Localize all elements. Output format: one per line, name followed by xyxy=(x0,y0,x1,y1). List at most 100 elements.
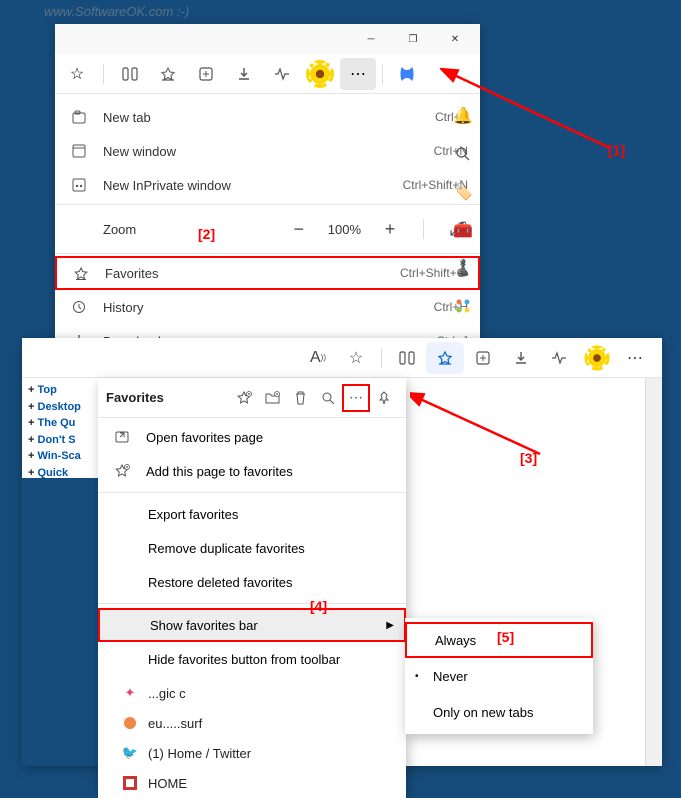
watermark: www.SoftwareOK.com :-) xyxy=(44,4,189,19)
divider xyxy=(98,492,406,493)
menu-label: New tab xyxy=(103,110,435,125)
menu-favorites[interactable]: Favorites Ctrl+Shift+O xyxy=(55,256,480,290)
menu-new-window[interactable]: New window Ctrl+N xyxy=(55,134,480,168)
menu-add-page[interactable]: Add this page to favorites xyxy=(98,454,406,488)
browser-window-2: A)) ☆ ⋯ + Top + Desktop + The Qu + Don't… xyxy=(22,338,662,766)
favorite-item[interactable]: 🐦(1) Home / Twitter xyxy=(98,738,406,768)
minimize-button[interactable]: ─ xyxy=(350,24,392,54)
bookmark-link[interactable]: + The Qu xyxy=(28,415,92,432)
collections-icon[interactable] xyxy=(188,58,224,90)
menu-label: Show favorites bar xyxy=(150,618,258,633)
menu-hide-favorites-button[interactable]: Hide favorites button from toolbar xyxy=(98,642,406,676)
notifications-icon[interactable]: 🔔 xyxy=(453,106,473,126)
open-page-icon xyxy=(110,430,134,444)
search-icon[interactable] xyxy=(453,144,473,164)
menu-label: Restore deleted favorites xyxy=(148,575,293,590)
add-folder-icon[interactable] xyxy=(258,384,286,412)
read-aloud-icon[interactable]: A)) xyxy=(299,342,337,374)
bookmark-link[interactable]: + Don't S xyxy=(28,432,92,449)
add-favorite-icon[interactable] xyxy=(230,384,258,412)
apps-icon[interactable] xyxy=(453,296,473,316)
toolbar-2: A)) ☆ ⋯ xyxy=(22,338,662,378)
menu-history[interactable]: History Ctrl+H xyxy=(55,290,480,324)
favorites-title: Favorites xyxy=(106,390,230,405)
zoom-label: Zoom xyxy=(103,222,136,237)
favorites-list: ✦...gic c eu.....surf 🐦(1) Home / Twitte… xyxy=(98,678,406,798)
menu-export-favorites[interactable]: Export favorites xyxy=(98,497,406,531)
callout-1: [1] xyxy=(608,142,625,158)
submenu-only-new-tabs[interactable]: Only on new tabs xyxy=(405,694,593,730)
divider xyxy=(55,253,480,254)
toolbar: ☆ ⋯ xyxy=(55,54,480,94)
split-screen-icon[interactable] xyxy=(112,58,148,90)
favorite-item[interactable]: ✦...gic c xyxy=(98,678,406,708)
menu-label: Open favorites page xyxy=(146,430,263,445)
extension-sunflower-icon[interactable] xyxy=(578,342,616,374)
bookmark-link[interactable]: + Win-Sca xyxy=(28,448,92,465)
menu-remove-duplicates[interactable]: Remove duplicate favorites xyxy=(98,531,406,565)
submenu-never[interactable]: • Never xyxy=(405,658,593,694)
delete-icon[interactable] xyxy=(286,384,314,412)
main-menu: New tab Ctrl+T New window Ctrl+N New InP… xyxy=(55,94,480,364)
new-window-icon xyxy=(67,144,91,158)
callout-3: [3] xyxy=(520,450,537,466)
history-icon xyxy=(67,300,91,314)
submenu-arrow-icon: ▶ xyxy=(386,620,394,631)
favorites-header: Favorites ⋯ xyxy=(98,378,406,418)
menu-restore-deleted[interactable]: Restore deleted favorites xyxy=(98,565,406,599)
maximize-button[interactable]: ❐ xyxy=(392,24,434,54)
favorite-item[interactable]: HOME xyxy=(98,768,406,798)
menu-open-favorites-page[interactable]: Open favorites page xyxy=(98,420,406,454)
collections-icon[interactable] xyxy=(464,342,502,374)
favorite-star-icon[interactable]: ☆ xyxy=(337,342,375,374)
submenu-label: Always xyxy=(435,633,476,648)
extension-sunflower-icon[interactable] xyxy=(302,58,338,90)
submenu-label: Only on new tabs xyxy=(433,705,533,720)
favorite-star-icon[interactable]: ☆ xyxy=(59,58,95,90)
menu-new-tab[interactable]: New tab Ctrl+T xyxy=(55,100,480,134)
menu-label: Favorites xyxy=(105,266,400,281)
favorites-toolbar-icon[interactable] xyxy=(426,342,464,374)
bullet-icon: • xyxy=(415,671,419,682)
copilot-icon[interactable] xyxy=(389,58,425,90)
menu-new-inprivate[interactable]: New InPrivate window Ctrl+Shift+N xyxy=(55,168,480,202)
toolbox-icon[interactable]: 🧰 xyxy=(453,220,473,240)
favorite-item[interactable]: eu.....surf xyxy=(98,708,406,738)
submenu-label: Never xyxy=(433,669,468,684)
zoom-in-button[interactable]: + xyxy=(379,219,401,240)
browser-window-1: ─ ❐ ✕ ☆ ⋯ New tab Ctrl+T New window Ctrl… xyxy=(55,24,480,364)
callout-2: [2] xyxy=(198,226,215,242)
menu-label: Add this page to favorites xyxy=(146,464,293,479)
downloads-icon[interactable] xyxy=(502,342,540,374)
menu-label: History xyxy=(103,300,434,315)
performance-icon[interactable] xyxy=(264,58,300,90)
performance-icon[interactable] xyxy=(540,342,578,374)
callout-4: [4] xyxy=(310,598,327,614)
split-screen-icon[interactable] xyxy=(388,342,426,374)
inprivate-icon xyxy=(67,178,91,192)
divider xyxy=(98,603,406,604)
bookmark-link[interactable]: + Desktop xyxy=(28,399,92,416)
pin-icon[interactable] xyxy=(370,384,398,412)
more-options-button[interactable]: ⋯ xyxy=(342,384,370,412)
games-icon[interactable]: ♟️ xyxy=(453,258,473,278)
more-menu-button[interactable]: ⋯ xyxy=(616,342,654,374)
favorite-label: ...gic c xyxy=(148,686,186,701)
bookmarks-bar-left: + Top + Desktop + The Qu + Don't S + Win… xyxy=(22,378,98,478)
bookmark-link[interactable]: + Quick xyxy=(28,465,92,482)
favorites-panel: Favorites ⋯ Open favorites page Add this… xyxy=(98,378,406,798)
favorites-icon[interactable] xyxy=(150,58,186,90)
zoom-out-button[interactable]: − xyxy=(288,219,310,240)
more-menu-button[interactable]: ⋯ xyxy=(340,58,376,90)
menu-label: Remove duplicate favorites xyxy=(148,541,305,556)
close-button[interactable]: ✕ xyxy=(434,24,476,54)
bookmark-link[interactable]: + Top xyxy=(28,382,92,399)
search-icon[interactable] xyxy=(314,384,342,412)
favorite-label: (1) Home / Twitter xyxy=(148,746,251,761)
downloads-icon[interactable] xyxy=(226,58,262,90)
sidebar: 🔔 🏷️ 🧰 ♟️ xyxy=(446,94,480,316)
menu-label: Export favorites xyxy=(148,507,238,522)
tag-icon[interactable]: 🏷️ xyxy=(453,182,473,202)
menu-show-favorites-bar[interactable]: Show favorites bar ▶ xyxy=(98,608,406,642)
new-tab-icon xyxy=(67,110,91,124)
